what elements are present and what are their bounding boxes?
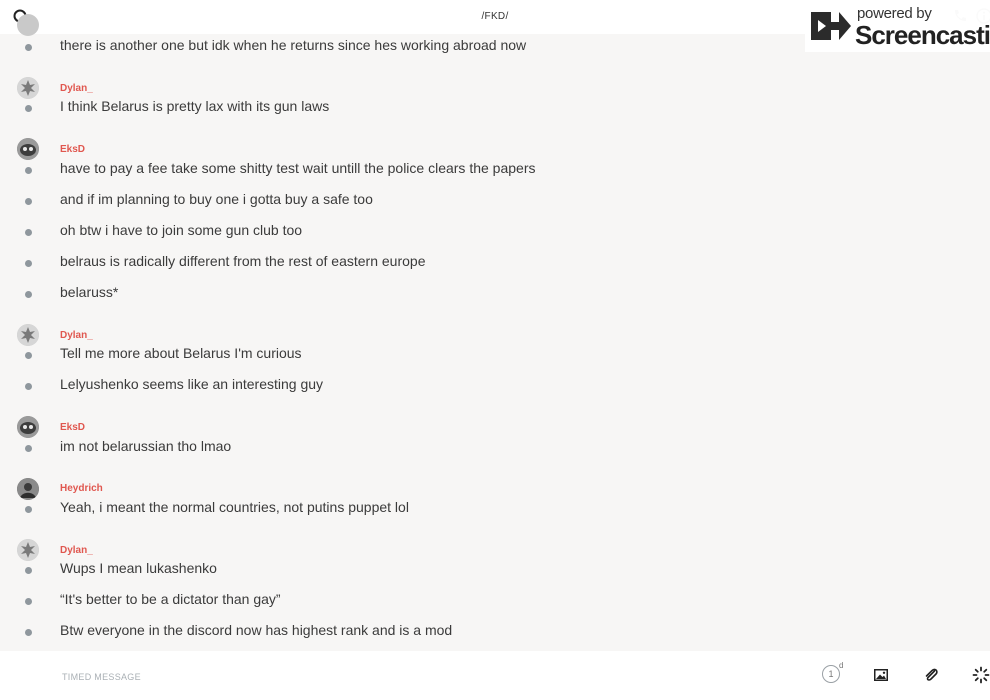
timer-value: 1 <box>822 665 840 683</box>
message-text: Tell me more about Belarus I'm curious <box>60 345 302 361</box>
watermark-brand-text: Screencastify <box>855 20 990 50</box>
message-bullet <box>25 167 32 174</box>
message-text: I think Belarus is pretty lax with its g… <box>60 98 330 114</box>
avatar[interactable] <box>17 14 39 36</box>
message-text: Wups I mean lukashenko <box>60 560 217 576</box>
message-bullet <box>25 198 32 205</box>
message-bullet <box>25 445 32 452</box>
avatar[interactable] <box>17 324 39 346</box>
message-bullet <box>25 352 32 359</box>
message-bullet <box>25 105 32 112</box>
message-text: belraus is radically different from the … <box>60 253 426 269</box>
message-bullet <box>25 291 32 298</box>
message-line[interactable]: there is another one but idk when he ret… <box>0 37 900 59</box>
avatar[interactable] <box>17 478 39 500</box>
message-bullet <box>25 598 32 605</box>
message-line[interactable]: Wups I mean lukashenko <box>0 560 900 582</box>
username[interactable]: Dylan_ <box>60 330 93 341</box>
screencastify-watermark: powered by Screencastify <box>805 2 990 52</box>
message-bullet <box>25 567 32 574</box>
username[interactable]: EksD <box>60 144 85 155</box>
message-text: Yeah, i meant the normal countries, not … <box>60 499 409 515</box>
message-bullet <box>25 506 32 513</box>
username[interactable]: Heydrich <box>60 483 103 494</box>
message-line[interactable]: I think Belarus is pretty lax with its g… <box>0 98 900 120</box>
message-bullet <box>25 229 32 236</box>
message-text: and if im planning to buy one i gotta bu… <box>60 191 373 207</box>
paperclip-icon[interactable] <box>922 666 940 684</box>
message-line[interactable]: have to pay a fee take some shitty test … <box>0 160 900 182</box>
message-bullet <box>25 629 32 636</box>
avatar[interactable] <box>17 539 39 561</box>
message-line[interactable]: Btw everyone in the discord now has high… <box>0 622 900 644</box>
timed-message-duration[interactable]: 1 d <box>822 661 843 683</box>
message-line[interactable]: belraus is radically different from the … <box>0 253 900 275</box>
loading-icon[interactable] <box>972 666 990 684</box>
message-text: Lelyushenko seems like an interesting gu… <box>60 376 324 392</box>
username[interactable]: Dylan_ <box>60 83 93 94</box>
message-line[interactable]: im not belarussian tho lmao <box>0 438 900 460</box>
message-text: Btw everyone in the discord now has high… <box>60 622 453 638</box>
message-line[interactable]: Tell me more about Belarus I'm curious <box>0 345 900 367</box>
message-text: have to pay a fee take some shitty test … <box>60 160 536 176</box>
message-line[interactable]: oh btw i have to join some gun club too <box>0 222 900 244</box>
message-bullet <box>25 383 32 390</box>
username[interactable]: Dylan_ <box>60 545 93 556</box>
message-bullet <box>25 44 32 51</box>
message-line[interactable]: Lelyushenko seems like an interesting gu… <box>0 376 900 398</box>
avatar[interactable] <box>17 138 39 160</box>
message-text: belaruss* <box>60 284 119 300</box>
image-icon[interactable] <box>872 666 890 684</box>
message-composer <box>0 651 990 700</box>
screencastify-logo-icon <box>809 8 853 49</box>
message-text: oh btw i have to join some gun club too <box>60 222 303 238</box>
message-input[interactable] <box>60 665 764 689</box>
avatar[interactable] <box>17 416 39 438</box>
message-line[interactable]: Yeah, i meant the normal countries, not … <box>0 499 900 521</box>
message-list[interactable]: there is another one but idk when he ret… <box>0 0 990 650</box>
message-line[interactable]: “It's better to be a dictator than gay” <box>0 591 900 613</box>
message-line[interactable]: belaruss* <box>0 284 900 306</box>
message-line[interactable]: and if im planning to buy one i gotta bu… <box>0 191 900 213</box>
message-bullet <box>25 260 32 267</box>
message-text: there is another one but idk when he ret… <box>60 37 527 53</box>
timer-unit: d <box>839 661 844 670</box>
message-text: im not belarussian tho lmao <box>60 438 232 454</box>
username[interactable]: EksD <box>60 422 85 433</box>
message-text: “It's better to be a dictator than gay” <box>60 591 281 607</box>
avatar[interactable] <box>17 77 39 99</box>
